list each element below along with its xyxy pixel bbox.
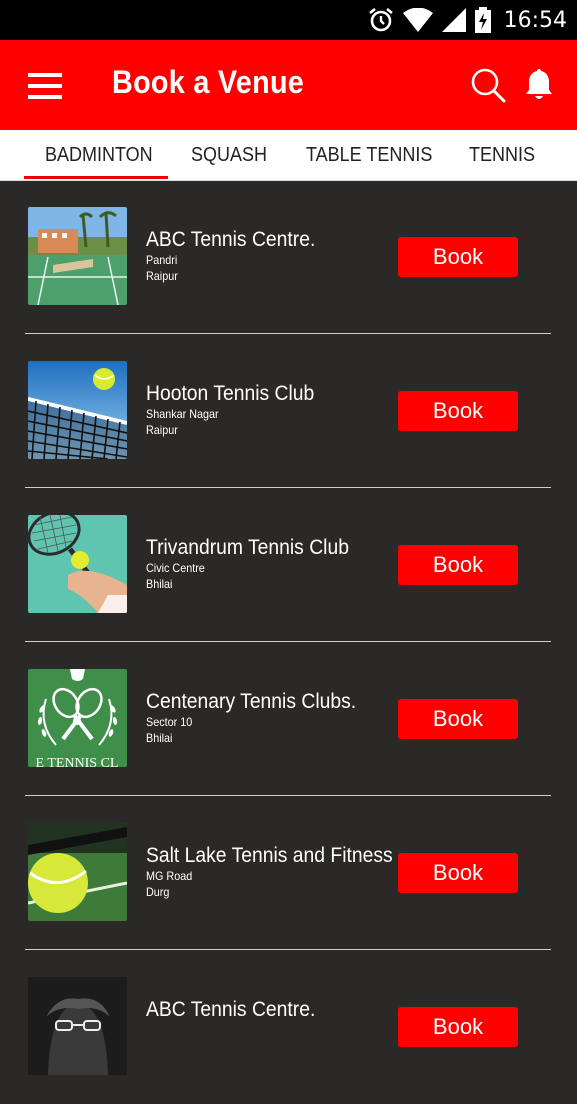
notification-bell-icon[interactable]	[524, 68, 554, 102]
tab-table-tennis[interactable]: TABLE TENNIS	[306, 130, 432, 180]
wifi-icon	[402, 8, 433, 32]
status-time: 16:54	[503, 7, 567, 33]
venue-thumbnail	[28, 515, 127, 613]
venue-city: Durg	[146, 885, 170, 899]
battery-icon	[474, 7, 491, 33]
app-bar: Book a Venue	[0, 40, 577, 130]
venue-city: Raipur	[146, 269, 178, 283]
tab-tennis[interactable]: TENNIS	[469, 130, 535, 180]
venue-area: Pandri	[146, 253, 178, 267]
book-button[interactable]: Book	[398, 699, 518, 739]
menu-icon[interactable]	[28, 73, 62, 99]
venue-name: ABC Tennis Centre.	[146, 228, 316, 251]
list-item[interactable]: Hooton Tennis Club Shankar Nagar Raipur …	[0, 334, 577, 488]
venue-city: Bhilai	[146, 731, 173, 745]
list-item[interactable]: Salt Lake Tennis and Fitness MG Road Dur…	[0, 796, 577, 950]
venue-city: Bhilai	[146, 577, 173, 591]
venue-thumbnail	[28, 361, 127, 459]
alarm-icon	[368, 7, 393, 32]
venue-area: Sector 10	[146, 715, 193, 729]
club-logo: E TENNIS CL	[28, 669, 127, 767]
venue-city: Raipur	[146, 423, 178, 437]
tab-selected-indicator	[24, 176, 168, 179]
venue-name: Salt Lake Tennis and Fitness	[146, 844, 393, 867]
page-title: Book a Venue	[112, 64, 305, 100]
list-item[interactable]: ABC Tennis Centre. Pandri Raipur Book	[0, 180, 577, 334]
list-item[interactable]: E TENNIS CL Centenary Tennis Clubs. Sect…	[0, 642, 577, 796]
venue-info: Salt Lake Tennis and Fitness MG Road Dur…	[146, 844, 414, 900]
venue-name: Hooton Tennis Club	[146, 382, 315, 405]
sport-tabs: BADMINTON SQUASH TABLE TENNIS TENNIS	[0, 130, 577, 181]
venue-info: ABC Tennis Centre. Pandri Raipur	[146, 228, 330, 284]
signal-icon	[441, 8, 466, 32]
book-button[interactable]: Book	[398, 545, 518, 585]
venue-info: Hooton Tennis Club Shankar Nagar Raipur	[146, 382, 329, 438]
status-bar: 16:54	[0, 0, 577, 40]
venue-thumbnail	[28, 207, 127, 305]
venue-name: Centenary Tennis Clubs.	[146, 690, 357, 713]
venue-thumbnail	[28, 977, 127, 1075]
list-item[interactable]: ABC Tennis Centre. Book	[0, 950, 577, 1104]
tab-badminton[interactable]: BADMINTON	[45, 130, 153, 180]
venue-name: ABC Tennis Centre.	[146, 998, 316, 1021]
book-button[interactable]: Book	[398, 853, 518, 893]
venue-area: Civic Centre	[146, 561, 205, 575]
venue-name: Trivandrum Tennis Club	[146, 536, 349, 559]
venue-area: Shankar Nagar	[146, 407, 219, 421]
venue-thumbnail: E TENNIS CL	[28, 669, 127, 767]
book-button[interactable]: Book	[398, 391, 518, 431]
list-item[interactable]: Trivandrum Tennis Club Civic Centre Bhil…	[0, 488, 577, 642]
venue-info: ABC Tennis Centre.	[146, 998, 330, 1022]
search-icon[interactable]	[470, 67, 506, 103]
book-button[interactable]: Book	[398, 237, 518, 277]
book-button[interactable]: Book	[398, 1007, 518, 1047]
venue-info: Trivandrum Tennis Club Civic Centre Bhil…	[146, 536, 367, 592]
logo-text: E TENNIS CL	[36, 756, 119, 767]
venue-info: Centenary Tennis Clubs. Sector 10 Bhilai	[146, 690, 374, 746]
venue-area: MG Road	[146, 869, 193, 883]
tab-squash[interactable]: SQUASH	[191, 130, 267, 180]
venue-thumbnail	[28, 823, 127, 921]
